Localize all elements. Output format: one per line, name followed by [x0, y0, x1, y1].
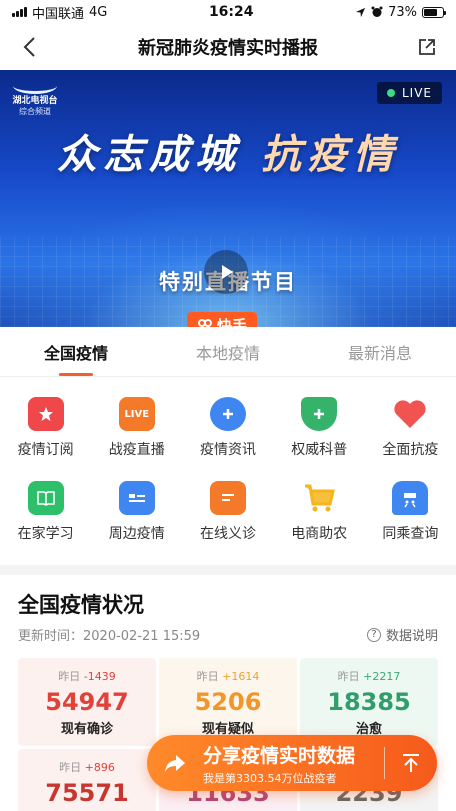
battery-percent: 73%: [388, 4, 417, 20]
stat-value: 5206: [194, 688, 262, 716]
tab-bar: 全国疫情 本地疫情 最新消息: [0, 327, 456, 377]
logo-sub: 综合频道: [19, 107, 51, 116]
share-arrow-icon: [147, 753, 203, 773]
platform-badge: 快手: [187, 312, 258, 327]
section-divider: [0, 565, 456, 575]
question-icon: ?: [366, 627, 381, 642]
live-label: LIVE: [401, 86, 432, 100]
external-link-icon: [419, 39, 435, 55]
stat-delta: -1439: [83, 670, 116, 683]
tv-station-logo: 湖北电视台 综合频道: [6, 78, 64, 126]
signal-icon: [12, 7, 27, 17]
stat-card: 昨日 -1439 54947 现有确诊: [18, 658, 156, 746]
train-icon: [392, 481, 429, 515]
live-tv-icon: LIVE: [118, 397, 155, 431]
nav-bar: 新冠肺炎疫情实时播报: [0, 24, 456, 70]
update-time: 更新时间：2020-02-21 15:59: [18, 629, 201, 644]
id-card-icon: [118, 481, 155, 515]
live-badge: LIVE: [376, 82, 442, 104]
live-dot-icon: [386, 89, 395, 97]
chevron-left-icon: [23, 37, 35, 57]
stat-value: 54947: [45, 688, 129, 716]
tab-news[interactable]: 最新消息: [304, 327, 456, 376]
tab-national[interactable]: 全国疫情: [0, 327, 152, 376]
stat-card: 昨日 +2217 18385 治愈: [300, 658, 438, 746]
share-subtitle: 我是第3303.54万位战疫者: [203, 771, 337, 785]
status-bar: 中国联通 4G 16:24 73%: [0, 0, 456, 24]
menu-item-travel[interactable]: 同乘查询: [365, 481, 456, 543]
menu-item-live[interactable]: LIVE 战疫直播: [91, 397, 182, 459]
shopping-cart-icon: [301, 481, 337, 515]
platform-name: 快手: [217, 317, 248, 327]
stat-delta: +2217: [363, 670, 401, 683]
menu-item-ecommerce[interactable]: 电商助农: [274, 481, 365, 543]
alarm-icon: [371, 6, 383, 17]
share-link-button[interactable]: [412, 32, 442, 62]
kuaishou-logo-icon: [198, 318, 212, 327]
heart-icon: [392, 397, 428, 431]
carrier-name: 中国联通: [32, 6, 85, 22]
live-video-banner[interactable]: 湖北电视台 综合频道 LIVE 众志成城 抗疫情 特别直播节目 快手: [0, 70, 456, 327]
plus-chat-icon: [209, 397, 246, 431]
stat-value: 18385: [327, 688, 411, 716]
book-icon: [27, 481, 64, 515]
clock: 16:24: [208, 4, 254, 20]
play-button[interactable]: [204, 250, 248, 294]
feature-menu: 疫情订阅 LIVE 战疫直播 疫情资讯 权威科普 全面抗疫 在家学习 周边疫情: [0, 377, 456, 551]
menu-item-consult[interactable]: 在线义诊: [182, 481, 273, 543]
stat-yesterday: 昨日 +896: [59, 761, 115, 774]
stat-yesterday: 昨日 +1614: [196, 670, 260, 683]
share-data-button[interactable]: 分享疫情实时数据 我是第3303.54万位战疫者: [147, 735, 437, 791]
menu-item-subscribe[interactable]: 疫情订阅: [0, 397, 91, 459]
stat-yesterday: 昨日 -1439: [58, 670, 116, 683]
message-icon: [209, 481, 246, 515]
back-button[interactable]: [14, 32, 44, 62]
stat-value: 75571: [45, 779, 129, 807]
section-title: 全国疫情状况: [18, 593, 144, 617]
menu-item-science[interactable]: 权威科普: [274, 397, 365, 459]
network-type: 4G: [89, 4, 108, 20]
banner-title: 众志成城 抗疫情: [0, 122, 456, 180]
menu-item-nearby[interactable]: 周边疫情: [91, 481, 182, 543]
battery-icon: [421, 6, 446, 18]
page-title: 新冠肺炎疫情实时播报: [138, 38, 318, 59]
menu-item-news[interactable]: 疫情资讯: [182, 397, 273, 459]
menu-item-study[interactable]: 在家学习: [0, 481, 91, 543]
stat-yesterday: 昨日 +2217: [337, 670, 401, 683]
data-explanation-link[interactable]: ? 数据说明: [366, 625, 438, 644]
stat-label: 现有确诊: [60, 722, 113, 737]
stat-card: 昨日 +89675571累计确诊: [18, 749, 156, 811]
tab-local[interactable]: 本地疫情: [152, 327, 304, 376]
back-to-top-button[interactable]: [385, 752, 437, 774]
menu-item-fight[interactable]: 全面抗疫: [365, 397, 456, 459]
play-icon: [222, 265, 233, 279]
arrow-up-icon: [403, 754, 419, 772]
banner-title-part1: 众志成城: [57, 131, 242, 178]
logo-name: 湖北电视台: [12, 96, 58, 106]
stat-delta: +896: [84, 761, 115, 774]
share-title: 分享疫情实时数据: [203, 744, 356, 767]
banner-title-part2: 抗疫情: [260, 131, 399, 178]
location-arrow-icon: [355, 7, 366, 17]
star-bookmark-icon: [27, 397, 64, 431]
shield-plus-icon: [301, 397, 338, 431]
stat-card: 昨日 +1614 5206 现有疑似: [159, 658, 297, 746]
stat-delta: +1614: [222, 670, 260, 683]
